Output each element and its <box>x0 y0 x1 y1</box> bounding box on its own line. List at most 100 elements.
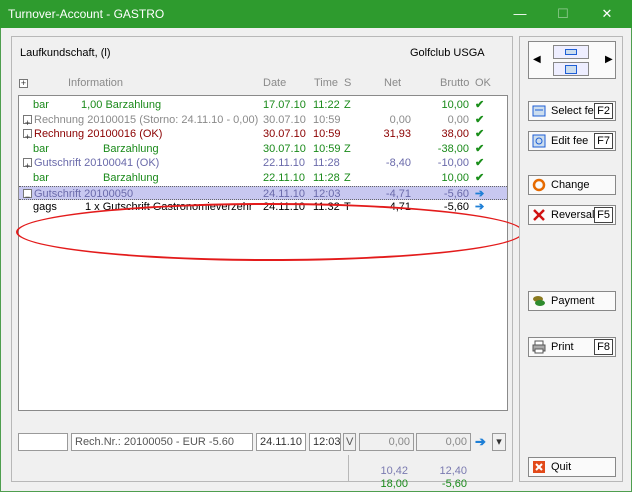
table-row[interactable]: bar Barzahlung 22.11.10 11:28 Z 10,00 ✔ <box>19 171 507 185</box>
cell-net: -4,71 <box>385 201 411 214</box>
reversal-x-icon <box>532 208 546 222</box>
quit-button[interactable]: Quit <box>528 457 616 477</box>
table-row[interactable]: + Rechnung 20100016 (OK) 30.07.10 10:59 31,9… <box>19 127 507 142</box>
cell-s: T <box>344 201 351 214</box>
expand-toggle-icon[interactable]: − <box>23 188 32 202</box>
ok-check-icon[interactable]: ✔ <box>475 113 484 127</box>
cell-col1: Rechnung 20100015 (Storno: 24.11.10 - 0,… <box>34 113 259 126</box>
net-field[interactable]: 0,00 <box>359 433 414 451</box>
open-arrow-icon[interactable]: ➔ <box>475 200 484 214</box>
total-net: 10,42 <box>380 465 408 477</box>
title-bar: Turnover-Account - GASTRO — ☐ ✕ <box>0 0 632 28</box>
cell-date: 22.11.10 <box>263 172 306 184</box>
total-brutto: -5,60 <box>441 478 467 490</box>
select-fee-button[interactable]: Select fee F2 <box>528 101 616 121</box>
cell-date: 22.11.10 <box>263 157 306 170</box>
customer-label: Laufkundschaft, (l) <box>20 47 111 59</box>
printer-icon <box>532 340 546 354</box>
quit-icon <box>532 460 546 474</box>
fee-list-icon <box>532 104 546 118</box>
cell-net: -4,71 <box>385 187 411 200</box>
expand-toggle-icon[interactable]: + <box>23 114 32 128</box>
filter-field[interactable] <box>18 433 68 451</box>
v-field[interactable]: V <box>343 433 356 451</box>
expand-toggle-icon[interactable]: + <box>23 129 32 142</box>
go-arrow-icon[interactable]: ➔ <box>475 434 486 450</box>
cell-time: 11:28 <box>313 157 340 170</box>
table-row[interactable]: + Gutschrift 20100041 (OK) 22.11.10 11:28 -8… <box>19 156 507 171</box>
col-s[interactable]: S <box>344 77 351 89</box>
expand-toggle-icon[interactable]: + <box>23 158 32 171</box>
transactions-grid[interactable]: bar 1,00 Barzahlung 17.07.10 11:22 Z 10,00 ✔ + R… <box>18 95 508 411</box>
cell-col1: bar <box>33 99 49 111</box>
cell-brutto: 10,00 <box>441 172 469 184</box>
col-time[interactable]: Time <box>314 77 338 89</box>
cell-date: 30.07.10 <box>263 142 306 155</box>
col-brutto[interactable]: Brutto <box>440 77 469 89</box>
nav-right-icon[interactable]: ▶ <box>605 54 613 65</box>
cell-brutto: 10,00 <box>441 99 469 111</box>
cell-date: 24.11.10 <box>263 187 306 200</box>
nav-up-icon[interactable] <box>553 45 589 59</box>
reversal-button[interactable]: Reversal F5 <box>528 205 616 225</box>
payment-button[interactable]: Payment <box>528 291 616 311</box>
nav-left-icon[interactable]: ◀ <box>533 54 541 65</box>
cell-time: 10:59 <box>313 128 341 141</box>
table-row[interactable]: bar 1,00 Barzahlung 17.07.10 11:22 Z 10,00 ✔ <box>19 98 507 112</box>
col-net[interactable]: Net <box>384 77 401 89</box>
cell-date: 17.07.10 <box>263 99 306 111</box>
cell-brutto: -10,00 <box>437 157 469 170</box>
close-button[interactable]: ✕ <box>592 4 622 24</box>
edit-fee-button[interactable]: Edit fee F7 <box>528 131 616 151</box>
cell-col2: Barzahlung <box>103 172 159 184</box>
cell-s: Z <box>344 172 351 184</box>
cell-time: 11:28 <box>313 172 340 184</box>
account-panel: Laufkundschaft, (l) Golfclub USGA + Info… <box>11 36 524 492</box>
total-net: 18,00 <box>380 478 408 490</box>
ok-check-icon[interactable]: ✔ <box>475 156 484 170</box>
time-field[interactable]: 12:03 <box>309 433 341 451</box>
cell-s: Z <box>344 99 351 111</box>
cell-brutto: 38,00 <box>441 128 469 141</box>
club-label: Golfclub USGA <box>410 47 485 59</box>
cell-net: 31,93 <box>383 128 411 141</box>
table-row[interactable]: bar Barzahlung 30.07.10 10:59 Z -38,00 ✔ <box>19 142 507 156</box>
dropdown-icon[interactable]: ▾ <box>492 433 506 451</box>
change-button[interactable]: Change <box>528 175 616 195</box>
ok-check-icon[interactable]: ✔ <box>475 142 484 156</box>
table-row[interactable]: + Rechnung 20100015 (Storno: 24.11.10 - 0… <box>19 113 507 128</box>
totals-divider <box>348 455 349 481</box>
brutto-field[interactable]: 0,00 <box>416 433 471 451</box>
cell-net: 0,00 <box>389 113 411 126</box>
cell-time: 11:22 <box>313 99 340 111</box>
action-panel: ◀ ▶ Select fee F2 Edit fee F7 Change Rev… <box>519 36 623 482</box>
cell-time: 10:59 <box>313 142 341 155</box>
ok-check-icon[interactable]: ✔ <box>475 98 484 112</box>
cell-time: 12:03 <box>313 187 341 200</box>
col-date[interactable]: Date <box>263 77 286 89</box>
cell-time: 11:32 <box>313 201 340 214</box>
cell-col2: 1 x Gutschrift Gastronomieverzehr <box>85 201 253 214</box>
col-ok[interactable]: OK <box>475 77 491 89</box>
cell-col1: Gutschrift 20100041 (OK) <box>34 157 160 170</box>
open-arrow-icon[interactable]: ➔ <box>475 187 484 201</box>
cell-brutto: -38,00 <box>437 142 469 155</box>
ok-check-icon[interactable]: ✔ <box>475 171 484 185</box>
col-information[interactable]: Information <box>68 77 123 89</box>
cell-col1: Gutschrift 20100050 <box>34 187 134 200</box>
date-field[interactable]: 24.11.10 <box>256 433 306 451</box>
expand-all-icon[interactable]: + <box>19 79 28 88</box>
cell-col1: bar <box>33 142 49 155</box>
table-row[interactable]: gags 1 x Gutschrift Gastronomieverzehr 24.… <box>19 200 507 214</box>
edit-icon <box>532 134 546 148</box>
table-row-selected[interactable]: − Gutschrift 20100050 24.11.10 12:03 -4,71 -5… <box>19 185 507 202</box>
cell-date: 30.07.10 <box>263 113 306 126</box>
invoice-field[interactable]: Rech.Nr.: 20100050 - EUR -5.60 <box>71 433 253 451</box>
ok-check-icon[interactable]: ✔ <box>475 127 484 141</box>
maximize-button[interactable]: ☐ <box>548 4 578 24</box>
cell-brutto: 0,00 <box>447 113 469 126</box>
nav-down-icon[interactable] <box>553 62 589 76</box>
print-button[interactable]: Print F8 <box>528 337 616 357</box>
minimize-button[interactable]: — <box>505 4 535 24</box>
cell-brutto: -5,60 <box>443 201 469 214</box>
